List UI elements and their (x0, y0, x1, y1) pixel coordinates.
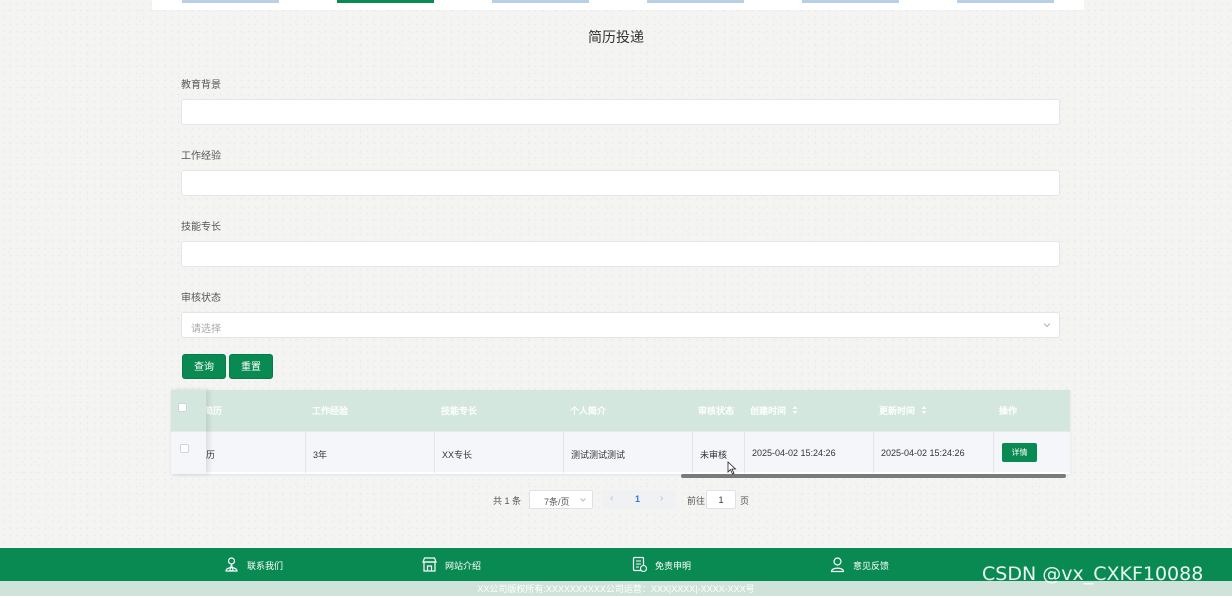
status-label: 审核状态 (181, 293, 221, 304)
contact-icon (225, 557, 238, 572)
chevron-down-icon (580, 498, 586, 502)
pagination-total: 共 1 条 (493, 496, 522, 506)
selection-column (171, 390, 206, 474)
cell-resume: 历 (206, 450, 216, 460)
resume-table: 简历 工作经验 技能专长 个人简介 审核状态 创建时间 更新时间 操作 历 3年… (171, 390, 1070, 474)
education-input[interactable] (181, 99, 1060, 125)
column-header-action: 操作 (999, 406, 1018, 416)
reset-button[interactable]: 重置 (229, 354, 273, 379)
sort-icon[interactable] (921, 405, 927, 415)
query-button[interactable]: 查询 (182, 354, 226, 379)
skills-label: 技能专长 (181, 222, 221, 233)
column-header-experience: 工作经验 (312, 406, 349, 416)
experience-label: 工作经验 (181, 151, 221, 162)
store-icon (422, 557, 437, 572)
page-size-value: 7条/页 (544, 497, 570, 507)
footer-link-contact[interactable]: 联系我们 (223, 548, 293, 581)
cell-experience: 3年 (305, 432, 434, 473)
table-header: 简历 工作经验 技能专长 个人简介 审核状态 创建时间 更新时间 操作 (171, 390, 1070, 431)
nav-tab-indicator[interactable] (802, 0, 899, 3)
current-page[interactable]: 1 (635, 494, 640, 504)
cell-skills: XX专长 (434, 432, 563, 473)
column-header-skills: 技能专长 (441, 406, 478, 416)
top-navigation (152, 0, 1084, 10)
sort-icon[interactable] (792, 405, 798, 415)
row-checkbox[interactable] (180, 444, 189, 453)
column-header-updated[interactable]: 更新时间 (879, 404, 915, 417)
footer-link-about[interactable]: 网站介绍 (421, 548, 491, 581)
table-row: 历 3年 XX专长 测试测试测试 未审核 2025-04-02 15:24:26… (171, 431, 1070, 473)
csdn-watermark: CSDN @vx_CXKF10088 (982, 563, 1204, 585)
status-select[interactable]: 请选择 (181, 312, 1060, 338)
column-header-created[interactable]: 创建时间 (750, 404, 786, 417)
goto-page-input[interactable] (706, 490, 736, 509)
pagination-nav: ‹ 1 › (602, 490, 676, 509)
experience-input[interactable] (181, 170, 1060, 196)
select-all-checkbox[interactable] (178, 403, 187, 412)
footer-link-disclaimer[interactable]: 免责申明 (631, 548, 701, 581)
skills-input[interactable] (181, 241, 1060, 267)
page-title: 简历投递 (588, 29, 644, 45)
mouse-cursor-icon (727, 461, 737, 475)
footer-link-feedback[interactable]: 意见反馈 (829, 548, 899, 581)
column-header-resume: 简历 (204, 406, 223, 416)
goto-label: 前往 (687, 496, 706, 506)
document-icon (632, 556, 648, 573)
nav-tab-indicator[interactable] (492, 0, 589, 3)
user-feedback-icon (830, 557, 845, 573)
horizontal-scrollbar[interactable] (681, 474, 1066, 478)
column-header-intro: 个人简介 (570, 406, 607, 416)
cell-created: 2025-04-02 15:24:26 (744, 432, 873, 473)
education-label: 教育背景 (181, 80, 221, 91)
nav-tab-indicator[interactable] (182, 0, 279, 3)
nav-tab-indicator[interactable] (957, 0, 1054, 3)
prev-page-icon[interactable]: ‹ (610, 493, 613, 504)
nav-tab-indicator[interactable] (647, 0, 744, 3)
status-select-placeholder: 请选择 (191, 324, 221, 335)
page-size-select[interactable]: 7条/页 (529, 490, 593, 509)
cell-updated: 2025-04-02 15:24:26 (873, 432, 993, 473)
next-page-icon[interactable]: › (660, 493, 663, 504)
cell-intro: 测试测试测试 (563, 432, 692, 473)
nav-tab-indicator-active[interactable] (337, 0, 434, 3)
column-header-status: 审核状态 (698, 406, 735, 416)
page-unit-label: 页 (740, 496, 750, 506)
chevron-down-icon (1043, 323, 1051, 328)
detail-button[interactable]: 详情 (1002, 443, 1037, 462)
copyright-text: XX公司版权所有:XXXXXXXXXX公司运营：XXX|XXXX|-XXXX-X… (477, 584, 755, 594)
